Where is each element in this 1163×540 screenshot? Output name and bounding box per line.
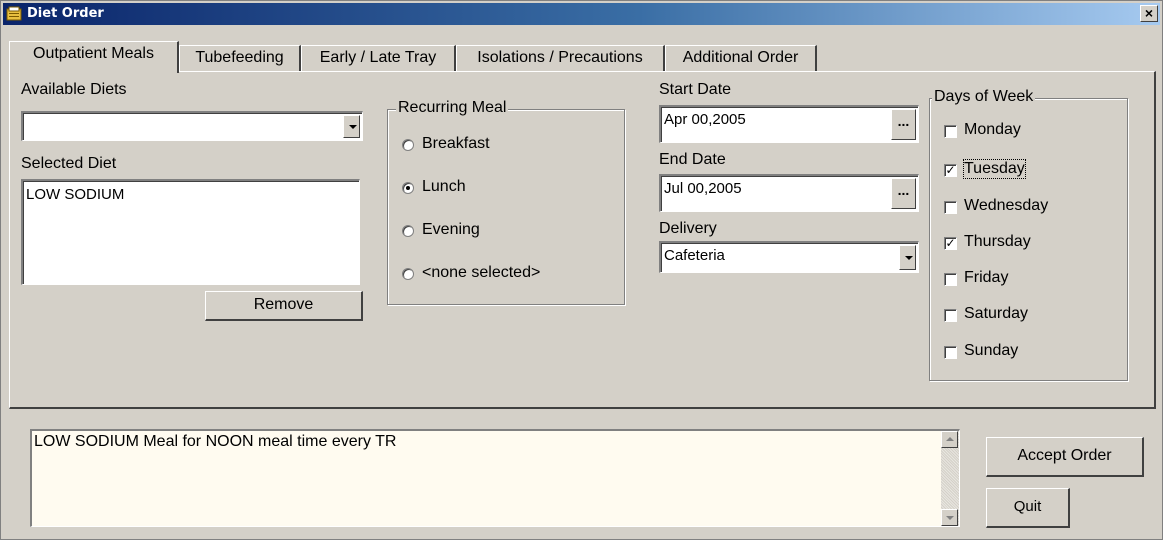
- scroll-down-button[interactable]: [941, 509, 958, 526]
- accept-order-button[interactable]: Accept Order: [986, 437, 1144, 477]
- end-date-field[interactable]: Jul 00,2005 ...: [659, 174, 919, 212]
- delivery-label: Delivery: [659, 220, 717, 237]
- remove-button-label: Remove: [253, 296, 314, 313]
- arrow-down-icon: [946, 516, 954, 520]
- tab-label: Tubefeeding: [195, 49, 284, 66]
- delivery-dropdown[interactable]: Cafeteria: [659, 241, 919, 273]
- tab-isolations-precautions[interactable]: Isolations / Precautions: [456, 45, 665, 72]
- radio-button[interactable]: [402, 268, 414, 280]
- checkbox-label: Wednesday: [964, 197, 1049, 214]
- end-date-picker-button[interactable]: ...: [891, 178, 916, 209]
- app-icon: [6, 6, 22, 21]
- window-title: Diet Order: [27, 6, 104, 21]
- title-bar[interactable]: Diet Order ×: [3, 3, 1160, 25]
- diet-order-window: Diet Order × Outpatient Meals Tubefeedin…: [0, 0, 1163, 540]
- recurring-meal-group: Recurring Meal Breakfast Lunch Evening <…: [387, 99, 625, 305]
- dropdown-arrow-button[interactable]: [343, 115, 360, 138]
- radio-label: Breakfast: [422, 135, 490, 152]
- arrow-up-icon: [946, 437, 954, 441]
- checkbox[interactable]: [944, 201, 957, 214]
- selected-diet-label: Selected Diet: [21, 155, 117, 172]
- start-date-value: Apr 00,2005: [664, 111, 746, 128]
- tab-additional-order[interactable]: Additional Order: [665, 45, 817, 72]
- radio-label: <none selected>: [422, 264, 541, 281]
- checkbox[interactable]: [944, 273, 957, 286]
- tab-label: Early / Late Tray: [319, 49, 437, 66]
- quit-label: Quit: [1013, 498, 1042, 515]
- checkbox[interactable]: ✓: [944, 237, 957, 250]
- dropdown-arrow-button[interactable]: [899, 245, 916, 270]
- tab-label: Isolations / Precautions: [477, 49, 643, 66]
- checkbox-label: Thursday: [964, 233, 1031, 250]
- close-button[interactable]: ×: [1140, 5, 1158, 22]
- ellipsis-icon: ...: [897, 113, 910, 129]
- accept-order-label: Accept Order: [1017, 447, 1112, 464]
- checkbox[interactable]: [944, 309, 957, 322]
- radio-button[interactable]: [402, 139, 414, 151]
- available-diets-dropdown[interactable]: [21, 111, 363, 141]
- tab-label: Additional Order: [682, 49, 799, 66]
- order-summary-memo[interactable]: LOW SODIUM Meal for NOON meal time every…: [30, 429, 960, 527]
- quit-button[interactable]: Quit: [986, 488, 1070, 528]
- days-of-week-group: Days of Week Monday ✓ Tuesday Wednesday …: [929, 88, 1128, 381]
- tab-tubefeeding[interactable]: Tubefeeding: [179, 45, 301, 72]
- radio-label: Lunch: [422, 178, 466, 195]
- start-date-label: Start Date: [659, 81, 732, 98]
- list-item[interactable]: LOW SODIUM: [26, 186, 124, 203]
- start-date-field[interactable]: Apr 00,2005 ...: [659, 105, 919, 143]
- order-summary-text: LOW SODIUM Meal for NOON meal time every…: [34, 433, 397, 450]
- checkbox-label: Sunday: [964, 342, 1019, 359]
- chevron-down-icon: [349, 124, 357, 129]
- tab-early-late-tray[interactable]: Early / Late Tray: [301, 45, 456, 72]
- end-date-value: Jul 00,2005: [664, 180, 742, 197]
- selected-diet-list[interactable]: LOW SODIUM: [21, 179, 360, 285]
- remove-button[interactable]: Remove: [205, 291, 363, 321]
- scroll-up-button[interactable]: [941, 431, 958, 448]
- recurring-meal-legend: Recurring Meal: [396, 99, 509, 117]
- days-of-week-legend: Days of Week: [932, 88, 1036, 106]
- available-diets-label: Available Diets: [21, 81, 127, 98]
- end-date-label: End Date: [659, 151, 726, 168]
- ellipsis-icon: ...: [897, 182, 910, 198]
- checkbox[interactable]: ✓: [944, 164, 957, 177]
- chevron-down-icon: [905, 255, 913, 260]
- checkbox[interactable]: [944, 346, 957, 359]
- checkbox-label: Friday: [964, 269, 1009, 286]
- radio-label: Evening: [422, 221, 480, 238]
- memo-scrollbar[interactable]: [941, 431, 959, 526]
- radio-button[interactable]: [402, 182, 414, 194]
- start-date-picker-button[interactable]: ...: [891, 109, 916, 140]
- checkbox-label: Tuesday: [963, 159, 1026, 179]
- radio-button[interactable]: [402, 225, 414, 237]
- delivery-value: Cafeteria: [664, 247, 725, 264]
- checkbox-label: Saturday: [964, 305, 1029, 322]
- checkbox-label: Monday: [964, 121, 1021, 138]
- checkbox[interactable]: [944, 125, 957, 138]
- tab-label: Outpatient Meals: [33, 45, 154, 62]
- tab-outpatient-meals[interactable]: Outpatient Meals: [9, 41, 179, 73]
- close-icon: ×: [1144, 5, 1154, 21]
